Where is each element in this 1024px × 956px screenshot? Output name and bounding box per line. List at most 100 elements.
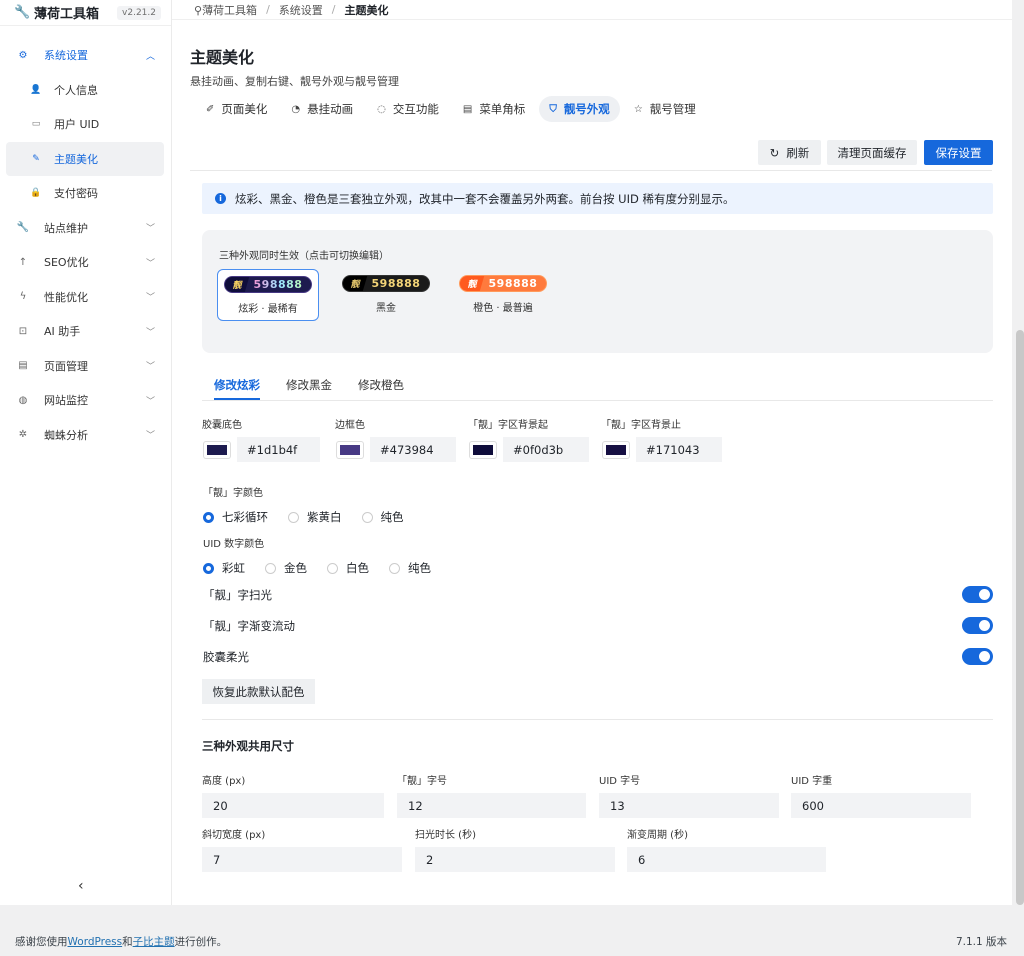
char-size-input[interactable]: 12 [397,793,586,818]
bolt-icon: ϟ [19,291,27,303]
sidebar-item-pages[interactable]: ▤ 页面管理 ﹀ [0,349,171,384]
footer-prefix: 感谢您使用 [15,936,68,948]
collapse-sidebar-icon[interactable]: ‹ [78,878,84,894]
reset-colors-button[interactable]: 恢复此款默认配色 [202,679,315,704]
field-label: UID 字号 [599,776,641,787]
toggle-label: 「靓」字扫光 [203,587,272,602]
save-button[interactable]: 保存设置 [924,140,993,165]
radio-rainbow[interactable]: 彩虹 [203,560,245,576]
sidebar-subitem-user-uid[interactable]: ▭ 用户 UID [6,107,164,142]
sidebar-item-label: 页面管理 [44,359,88,373]
color-hex-input[interactable]: #0f0d3b [503,437,589,462]
sidebar-item-system-settings[interactable]: ⚙ 系统设置 ︿ [0,38,171,73]
height-field: 高度 (px) 20 [202,772,384,818]
preview-badge-rainbow[interactable]: 靓 598888 炫彩 · 最稀有 [217,269,319,321]
sidebar-subitem-pay-password[interactable]: 🔒 支付密码 [6,176,164,211]
field-label: 高度 (px) [202,776,246,787]
chevron-down-icon: ﹀ [145,224,155,235]
clear-cache-button[interactable]: 清理页面缓存 [827,140,917,165]
brand-name: 薄荷工具箱 [34,7,100,22]
page-subtitle: 悬挂动画、复制右键、靓号外观与靓号管理 [190,75,399,88]
version-badge: v2.21.2 [117,5,161,20]
footer-text: 感谢您使用WordPress和子比主题进行创作。 [15,934,227,949]
field-label: 扫光时长 (秒) [415,830,476,841]
tab-edit-blackgold[interactable]: 修改黑金 [286,377,332,400]
color-hex-input[interactable]: #171043 [636,437,722,462]
tab-edit-orange[interactable]: 修改橙色 [358,377,404,400]
color-swatch[interactable] [204,441,230,458]
section-title: 三种外观共用尺寸 [202,739,294,753]
shine-duration-input[interactable]: 2 [415,847,615,872]
sidebar-item-seo[interactable]: ↑ SEO优化 ﹀ [0,245,171,280]
chevron-down-icon: ﹀ [145,431,155,442]
robot-icon: ⊡ [18,325,28,337]
field-label: 边框色 [335,420,365,431]
radio-purple-yellow-white[interactable]: 紫黄白 [288,509,342,525]
color-field-char-bg-end: 「靓」字区背景止 #171043 [601,416,722,462]
scrollbar[interactable] [1016,330,1024,905]
sidebar-item-spider[interactable]: ✲ 蜘蛛分析 ﹀ [0,418,171,453]
uid-size-input[interactable]: 13 [599,793,779,818]
field-label: 「靓」字区背景起 [468,420,548,431]
gradient-period-input[interactable]: 6 [627,847,826,872]
sidebar-item-site-maintenance[interactable]: 🔧 站点维护 ﹀ [0,211,171,246]
chevron-down-icon: ﹀ [145,258,155,269]
main-panel: ⚲薄荷工具箱 / 系统设置 / 主题美化 主题美化 悬挂动画、复制右键、靓号外观… [172,0,1012,905]
footer-version: 7.1.1 版本 [955,936,1007,948]
radio-solid[interactable]: 纯色 [361,509,404,525]
sidebar-item-performance[interactable]: ϟ 性能优化 ﹀ [0,280,171,315]
glow-toggle[interactable] [962,648,993,665]
color-swatch[interactable] [337,441,363,458]
breadcrumb-mid[interactable]: 系统设置 [279,2,323,18]
height-input[interactable]: 20 [202,793,384,818]
sidebar: 🔧 薄荷工具箱 v2.21.2 ⚙ 系统设置 ︿ 👤 个人信息 ▭ 用户 UID… [0,0,172,905]
radio-rainbow-cycle[interactable]: 七彩循环 [203,509,268,525]
preview-badge-orange[interactable]: 靓 598888 橙色 · 最普遍 [454,269,552,321]
color-swatch[interactable] [470,441,496,458]
tab-label: 页面美化 [221,102,268,116]
preview-badge-blackgold[interactable]: 靓 598888 黑金 [336,269,436,321]
radio-group: 彩虹 金色 白色 纯色 [203,560,451,576]
tab-bar: ✐ 页面美化 ◔ 悬挂动画 ◌ 交互功能 ▤ 菜单角标 ⛉ 靓号外观 ☆ 靓号管理 [196,96,706,122]
badge-label: 炫彩 · 最稀有 [238,304,298,315]
bevel-width-input[interactable]: 7 [202,847,402,872]
badge-number: 598888 [488,277,538,290]
theme-link[interactable]: 子比主题 [133,936,175,948]
radio-white[interactable]: 白色 [327,560,369,576]
color-swatch[interactable] [603,441,629,458]
color-hex-input[interactable]: #473984 [370,437,456,462]
sidebar-subitem-label: 主题美化 [54,152,98,166]
sidebar-item-monitor[interactable]: ◍ 网站监控 ﹀ [0,383,171,418]
tab-label: 交互功能 [392,102,439,116]
uid-weight-input[interactable]: 600 [791,793,971,818]
preview-caption: 三种外观同时生效（点击可切换编辑） [219,251,389,262]
tab-badge-appearance[interactable]: ⛉ 靓号外观 [539,96,620,122]
radio-gold[interactable]: 金色 [265,560,307,576]
sidebar-item-ai[interactable]: ⊡ AI 助手 ﹀ [0,314,171,349]
tab-menu-badge[interactable]: ▤ 菜单角标 [453,96,535,122]
tab-badge-management[interactable]: ☆ 靓号管理 [624,96,706,122]
sidebar-subitem-theme[interactable]: ✎ 主题美化 [6,141,164,176]
breadcrumb-separator: / [266,3,270,16]
tab-edit-rainbow[interactable]: 修改炫彩 [214,377,260,400]
uid-color-group: UID 数字颜色 彩虹 金色 白色 纯色 [203,535,451,576]
sidebar-item-label: SEO优化 [44,256,89,270]
breadcrumb-root[interactable]: ⚲薄荷工具箱 [194,2,257,18]
tab-interaction[interactable]: ◌ 交互功能 [367,96,449,122]
palette-icon: ✎ [32,153,40,164]
page-title: 主题美化 [190,48,255,67]
tab-page-beautify[interactable]: ✐ 页面美化 [196,96,277,122]
shine-duration-field: 扫光时长 (秒) 2 [415,826,615,872]
sidebar-item-label: 性能优化 [44,290,88,304]
gradient-toggle[interactable] [962,617,993,634]
shine-toggle[interactable] [962,586,993,603]
radio-dot [288,511,299,523]
color-hex-input[interactable]: #1d1b4f [237,437,320,462]
sidebar-subitem-label: 用户 UID [54,118,100,132]
sidebar-subitem-profile[interactable]: 👤 个人信息 [6,73,164,108]
radio-solid[interactable]: 纯色 [389,560,431,576]
refresh-button[interactable]: ↻ 刷新 [758,140,821,165]
badge-label: 橙色 · 最普遍 [473,303,533,314]
tab-hanging-animation[interactable]: ◔ 悬挂动画 [281,96,363,122]
wordpress-link[interactable]: WordPress [68,936,123,948]
